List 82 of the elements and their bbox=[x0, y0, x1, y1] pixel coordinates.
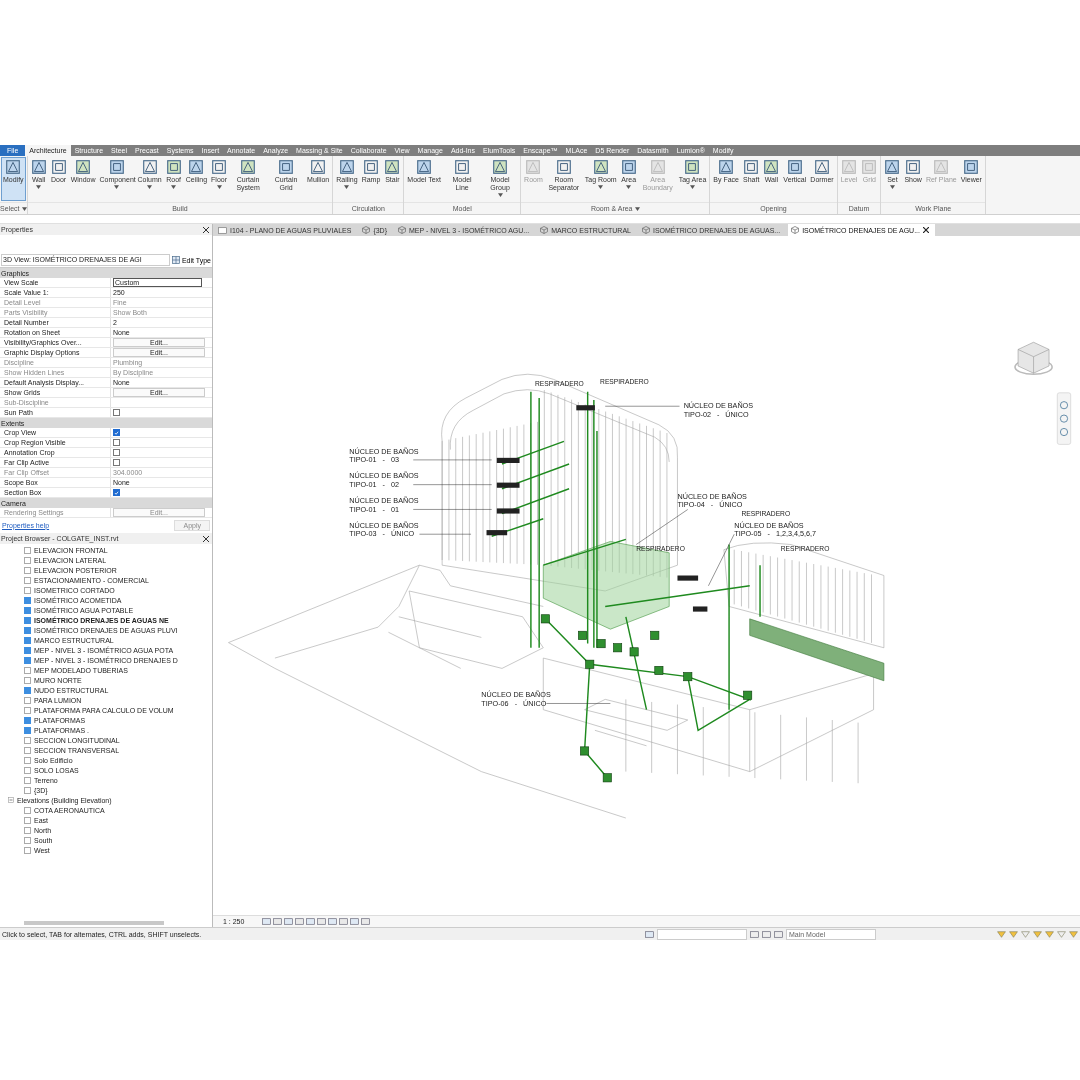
annotation-label: NÚCLEO DE BAÑOS TIPO-02 - ÚNICO bbox=[683, 401, 754, 419]
leader-line bbox=[419, 533, 472, 535]
checkbox[interactable] bbox=[113, 449, 120, 456]
cube-icon bbox=[540, 226, 549, 234]
tool-icon bbox=[684, 159, 701, 175]
checkbox[interactable] bbox=[113, 439, 120, 446]
tool-icon bbox=[310, 159, 327, 175]
tool-icon bbox=[50, 159, 67, 175]
tool-icon bbox=[188, 159, 205, 175]
caret-icon bbox=[690, 185, 695, 189]
leader-line bbox=[546, 703, 611, 704]
caret-icon bbox=[497, 193, 503, 197]
tool-icon bbox=[165, 159, 182, 175]
annotation-label: NÚCLEO DE BAÑOS TIPO-04 - ÚNICO bbox=[677, 492, 747, 510]
cube-icon bbox=[641, 226, 650, 234]
tool-icon bbox=[620, 159, 637, 175]
view-cube-icon[interactable] bbox=[1014, 341, 1053, 375]
worksharing-icon[interactable] bbox=[645, 930, 654, 938]
tool-icon bbox=[30, 159, 47, 175]
caret-icon bbox=[626, 185, 632, 189]
caret-icon bbox=[171, 185, 177, 189]
tool-icon bbox=[363, 159, 379, 175]
grid-icon bbox=[171, 256, 180, 264]
sheet-icon bbox=[218, 226, 227, 234]
caret-icon[interactable] bbox=[21, 206, 27, 211]
annotation-label: NÚCLEO DE BAÑOS TIPO-01 - 02 bbox=[349, 471, 419, 489]
cube-icon bbox=[398, 226, 406, 234]
annotation-label: NÚCLEO DE BAÑOS TIPO-03 - ÚNICO bbox=[349, 521, 419, 539]
tool-icon bbox=[649, 159, 666, 175]
caret-icon bbox=[114, 185, 120, 189]
tool-icon bbox=[338, 159, 355, 175]
tool-icon bbox=[5, 159, 22, 175]
tool-icon bbox=[884, 159, 901, 175]
caret-icon bbox=[147, 185, 153, 189]
checkbox[interactable] bbox=[113, 409, 120, 416]
tool-icon bbox=[743, 159, 760, 175]
tool-icon bbox=[786, 159, 803, 175]
tool-icon bbox=[384, 159, 401, 175]
annotation-label: NÚCLEO DE BAÑOS TIPO-01 - 01 bbox=[349, 496, 419, 514]
tool-icon bbox=[763, 159, 780, 175]
workset-field[interactable] bbox=[657, 928, 747, 940]
tool-icon bbox=[492, 159, 509, 175]
tool-icon bbox=[718, 159, 735, 175]
checkbox[interactable] bbox=[113, 489, 120, 496]
cube-icon bbox=[791, 226, 800, 234]
scrollbar-thumb[interactable] bbox=[24, 921, 164, 925]
navigation-bar[interactable] bbox=[1057, 392, 1071, 445]
checkbox[interactable] bbox=[113, 459, 120, 466]
annotation-label: NÚCLEO DE BAÑOS TIPO-01 - 03 bbox=[349, 446, 419, 464]
caret-icon[interactable] bbox=[634, 206, 640, 211]
caret-icon bbox=[344, 185, 350, 189]
caret-icon bbox=[36, 185, 42, 189]
tool-icon bbox=[211, 159, 228, 175]
caret-icon bbox=[598, 185, 604, 189]
caret-icon bbox=[216, 185, 222, 189]
tool-icon bbox=[933, 159, 950, 175]
tool-icon bbox=[525, 159, 542, 175]
tool-icon bbox=[454, 159, 471, 175]
leader-line bbox=[708, 533, 735, 587]
tool-icon bbox=[240, 159, 257, 175]
collapse-icon[interactable] bbox=[8, 797, 14, 803]
tool-icon bbox=[592, 159, 609, 175]
tool-icon bbox=[108, 159, 125, 175]
close-icon[interactable] bbox=[203, 226, 209, 233]
checkbox[interactable] bbox=[113, 429, 120, 436]
annotation-label: NÚCLEO DE BAÑOS TIPO-06 - ÚNICO bbox=[481, 690, 551, 708]
close-icon[interactable] bbox=[203, 535, 209, 542]
annotation-label: NÚCLEO DE BAÑOS TIPO-05 - 1,2,3,4,5,6,7 bbox=[734, 521, 817, 539]
leader-line bbox=[635, 509, 689, 545]
close-icon[interactable] bbox=[923, 227, 929, 233]
tool-icon bbox=[278, 159, 295, 175]
tool-icon bbox=[963, 159, 980, 175]
tool-icon bbox=[905, 159, 922, 175]
tool-icon bbox=[141, 159, 158, 175]
tool-icon bbox=[814, 159, 830, 175]
tool-icon bbox=[416, 159, 433, 175]
tool-icon bbox=[841, 159, 858, 175]
caret-icon bbox=[889, 185, 895, 189]
tool-icon bbox=[861, 159, 878, 175]
cube-icon bbox=[362, 226, 371, 234]
tool-icon bbox=[555, 159, 572, 175]
tool-icon bbox=[75, 159, 92, 175]
